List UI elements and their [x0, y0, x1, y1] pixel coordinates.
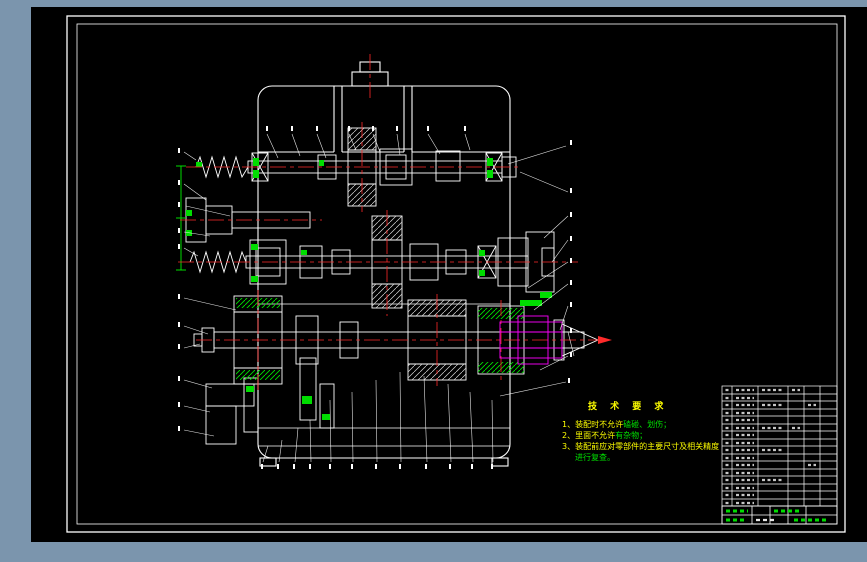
title-block [721, 505, 838, 525]
title-block-text-marks [726, 509, 828, 522]
assembly-drawing [176, 54, 612, 469]
tech-note-line: 进行复查。 [575, 453, 615, 462]
centerline-arrowhead [598, 336, 612, 344]
cad-viewport: { "palette": { "window_bg": "#7b95ad", "… [0, 0, 867, 562]
tech-note-line: 3、装配前应对零部件的主要尺寸及相关精度 [562, 442, 720, 451]
parts-list-table [721, 385, 838, 525]
tech-notes-heading: 技 术 要 求 [588, 402, 669, 412]
cad-drawing-svg [66, 15, 846, 533]
tech-notes-lines: 1、装配时不允许磕碰、划伤； 2、里面不允许有杂物； 3、装配前应对零部件的主要尺寸… [562, 419, 719, 463]
green-dimension-marks [176, 165, 186, 271]
gearbox-housing [257, 61, 511, 467]
tech-note-line: 2、里面不允许有杂物； [562, 431, 648, 440]
parts-list-text-marks [725, 388, 816, 505]
tech-note-line: 1、装配时不允许磕碰、划伤； [562, 420, 672, 429]
